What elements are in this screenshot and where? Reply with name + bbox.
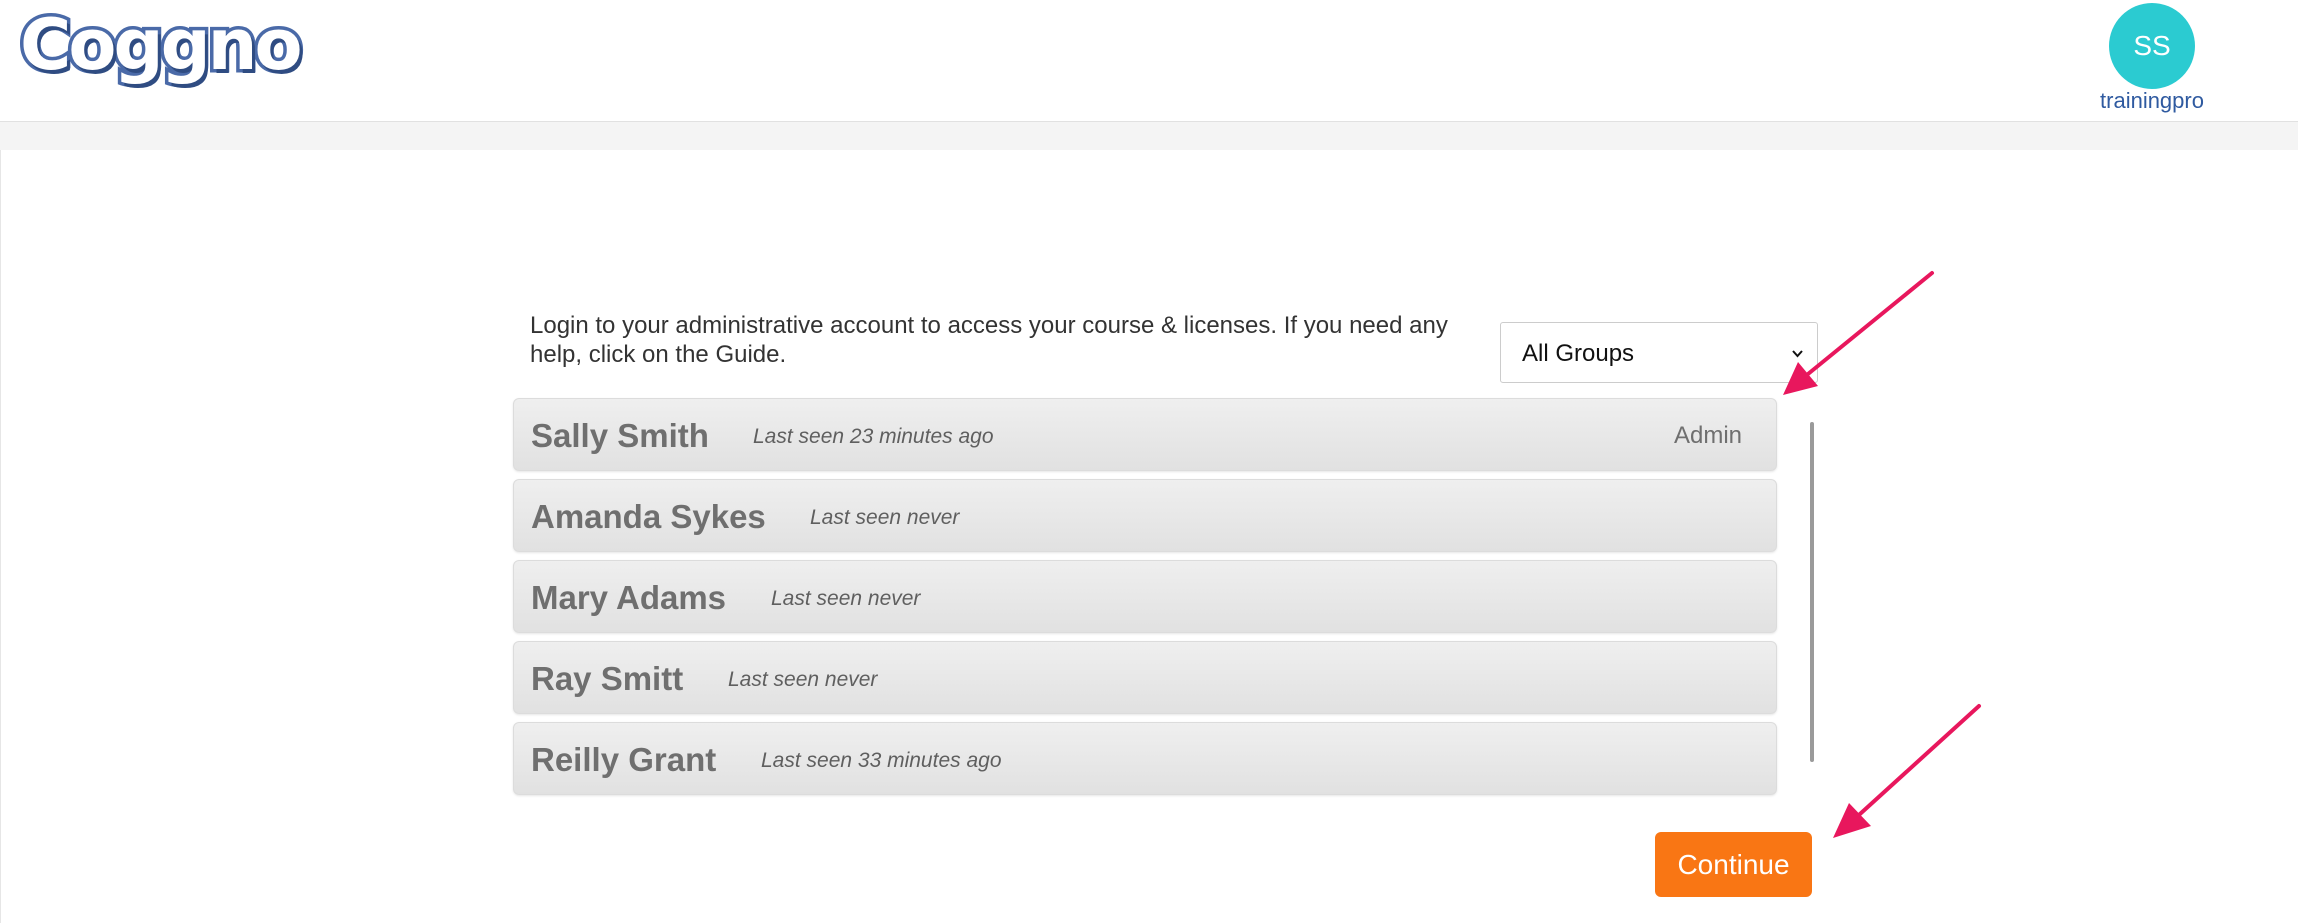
user-name: Reilly Grant bbox=[531, 741, 717, 778]
intro-text: Login to your administrative account to … bbox=[530, 312, 1448, 368]
user-last-seen: Last seen 33 minutes ago bbox=[761, 749, 1002, 772]
user-row-ray-smitt[interactable]: Ray Smitt Last seen never bbox=[513, 641, 1777, 714]
user-avatar[interactable]: SS bbox=[2109, 3, 2195, 89]
sub-bar bbox=[0, 122, 2298, 150]
username-link[interactable]: trainingpro bbox=[2062, 88, 2242, 114]
top-header: Coggno SS trainingpro bbox=[0, 0, 2298, 122]
user-last-seen: Last seen never bbox=[771, 587, 921, 610]
user-name: Mary Adams bbox=[531, 579, 727, 616]
continue-button[interactable]: Continue bbox=[1655, 832, 1812, 897]
user-row-mary-adams[interactable]: Mary Adams Last seen never bbox=[513, 560, 1777, 633]
user-row-sally-smith[interactable]: Sally Smith Last seen 23 minutes ago Adm… bbox=[513, 398, 1777, 471]
user-name: Amanda Sykes bbox=[531, 498, 766, 535]
user-last-seen: Last seen 23 minutes ago bbox=[753, 425, 994, 448]
user-list-scrollbar[interactable] bbox=[1810, 422, 1814, 762]
user-row-reilly-grant[interactable]: Reilly Grant Last seen 33 minutes ago bbox=[513, 722, 1777, 795]
chevron-down-icon bbox=[1792, 350, 1803, 358]
user-last-seen: Last seen never bbox=[728, 668, 878, 691]
user-role-badge: Admin bbox=[1673, 422, 1742, 449]
user-name: Ray Smitt bbox=[531, 660, 684, 697]
user-row-amanda-sykes[interactable]: Amanda Sykes Last seen never bbox=[513, 479, 1777, 552]
user-name: Sally Smith bbox=[531, 417, 709, 454]
group-select[interactable]: All Groups bbox=[1500, 322, 1818, 383]
coggno-logo[interactable]: Coggno bbox=[17, 7, 307, 84]
group-select-value: All Groups bbox=[1522, 340, 1635, 367]
user-last-seen: Last seen never bbox=[810, 506, 960, 529]
